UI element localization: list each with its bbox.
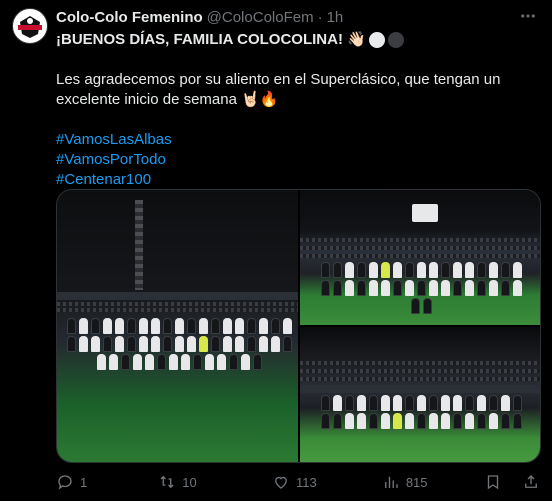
like-button[interactable]: 113 [272, 473, 382, 491]
white-circle-icon [368, 32, 385, 48]
hashtag-link[interactable]: #Centenar100 [56, 170, 536, 190]
views-count: 815 [405, 474, 428, 490]
avatar[interactable] [12, 8, 48, 44]
greeting-text: ¡BUENOS DÍAS, FAMILIA COLOCOLINA! 👋🏻 [56, 31, 366, 48]
crowd [300, 238, 540, 242]
retweet-button[interactable]: 10 [158, 473, 272, 491]
stadium-tower [135, 200, 143, 290]
crowd [300, 361, 540, 365]
crowd [300, 254, 540, 258]
reply-count: 1 [80, 474, 88, 490]
crowd [300, 369, 540, 373]
hashtag-link[interactable]: #VamosLasAlbas [56, 130, 536, 150]
crowd [57, 302, 298, 306]
media-grid [56, 189, 541, 463]
black-circle-icon [387, 32, 404, 48]
tweet-line-3: excelente inicio de semana 🤘🏻🔥 [56, 91, 279, 108]
team-photo-3[interactable] [300, 327, 540, 462]
team-group [316, 262, 526, 314]
retweet-count: 10 [182, 474, 197, 490]
reply-icon [58, 475, 72, 490]
more-button[interactable] [516, 6, 540, 26]
crowd [300, 377, 540, 381]
share-icon [525, 475, 537, 488]
views-icon [384, 476, 398, 488]
tweet-actions: 1 10 113 815 [56, 470, 540, 494]
stadium-banner [57, 292, 298, 300]
bookmark-button[interactable] [484, 473, 522, 491]
more-icon [521, 14, 535, 18]
stadium-banner [300, 385, 540, 393]
team-group [67, 318, 292, 370]
like-icon [275, 476, 287, 489]
crowd [57, 308, 298, 312]
tweet-line-2: Les agradecemos por su aliento en el Sup… [56, 71, 501, 88]
author-name[interactable]: Colo-Colo Femenino [56, 9, 203, 26]
retweet-icon [160, 475, 174, 489]
crowd [300, 246, 540, 250]
tweet-line-1: ¡BUENOS DÍAS, FAMILIA COLOCOLINA! 👋🏻 [56, 30, 536, 50]
club-crest-icon [15, 11, 45, 41]
reply-button[interactable]: 1 [56, 473, 158, 491]
hashtag-link[interactable]: #VamosPorTodo [56, 150, 536, 170]
like-count: 113 [295, 474, 317, 490]
team-photo-1[interactable] [57, 190, 298, 462]
scoreboard [412, 204, 438, 222]
team-photo-2[interactable] [300, 190, 540, 325]
tweet-header: Colo-Colo Femenino @ColoColoFem · 1h [56, 8, 343, 26]
views-button[interactable]: 815 [382, 473, 484, 491]
separator: · [317, 8, 323, 26]
bookmark-icon [487, 475, 499, 490]
share-button[interactable] [522, 473, 540, 491]
team-group [318, 395, 524, 429]
timestamp[interactable]: 1h [327, 9, 344, 26]
tweet-text: ¡BUENOS DÍAS, FAMILIA COLOCOLINA! 👋🏻 Les… [56, 30, 536, 190]
author-handle[interactable]: @ColoColoFem [207, 9, 314, 26]
